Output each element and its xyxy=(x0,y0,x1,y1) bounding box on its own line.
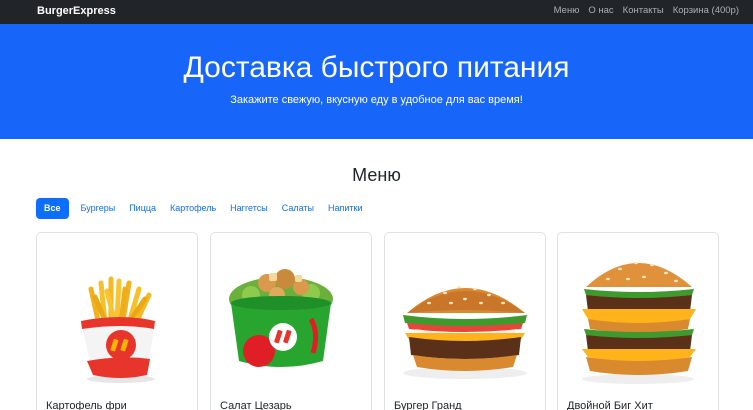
nav-links: Меню О нас Контакты Корзина (400р) xyxy=(554,5,739,16)
product-card[interactable]: Бургер Гранд xyxy=(384,232,546,410)
nav-link-cart[interactable]: Корзина (400р) xyxy=(673,5,739,16)
product-title: Двойной Биг Хит xyxy=(567,400,653,410)
nav-link-contacts[interactable]: Контакты xyxy=(623,5,664,16)
brand-logo[interactable]: BurgerExpress xyxy=(37,5,116,17)
filter-burgers[interactable]: Бургеры xyxy=(76,198,121,219)
filter-nuggets[interactable]: Наггетсы xyxy=(225,198,273,219)
product-title: Бургер Гранд xyxy=(394,400,462,410)
grand-burger-image xyxy=(403,285,527,379)
hero-banner: Доставка быстрого питания Закажите свежу… xyxy=(0,24,753,139)
hero-title: Доставка быстрого питания xyxy=(183,51,570,84)
filter-salads[interactable]: Салаты xyxy=(277,198,319,219)
category-filters: Все Бургеры Пицца Картофель Наггетсы Сал… xyxy=(36,198,368,219)
product-card[interactable]: Картофель фри xyxy=(36,232,198,410)
filter-pizza[interactable]: Пицца xyxy=(124,198,161,219)
navbar: BurgerExpress Меню О нас Контакты Корзин… xyxy=(0,0,753,24)
double-big-hit-image xyxy=(582,261,696,384)
fries-image xyxy=(81,276,155,383)
filter-all[interactable]: Все xyxy=(36,198,69,219)
caesar-salad-image xyxy=(229,269,333,367)
menu-title: Меню xyxy=(352,165,401,185)
product-title: Картофель фри xyxy=(46,400,127,410)
filter-drinks[interactable]: Напитки xyxy=(323,198,368,219)
product-card[interactable]: Двойной Биг Хит xyxy=(557,232,719,410)
product-card[interactable]: Салат Цезарь xyxy=(210,232,372,410)
nav-link-about[interactable]: О нас xyxy=(588,5,613,16)
product-title: Салат Цезарь xyxy=(220,400,292,410)
filter-potato[interactable]: Картофель xyxy=(165,198,221,219)
hero-subtitle: Закажите свежую, вкусную еду в удобное д… xyxy=(230,94,523,106)
nav-link-menu[interactable]: Меню xyxy=(554,5,580,16)
